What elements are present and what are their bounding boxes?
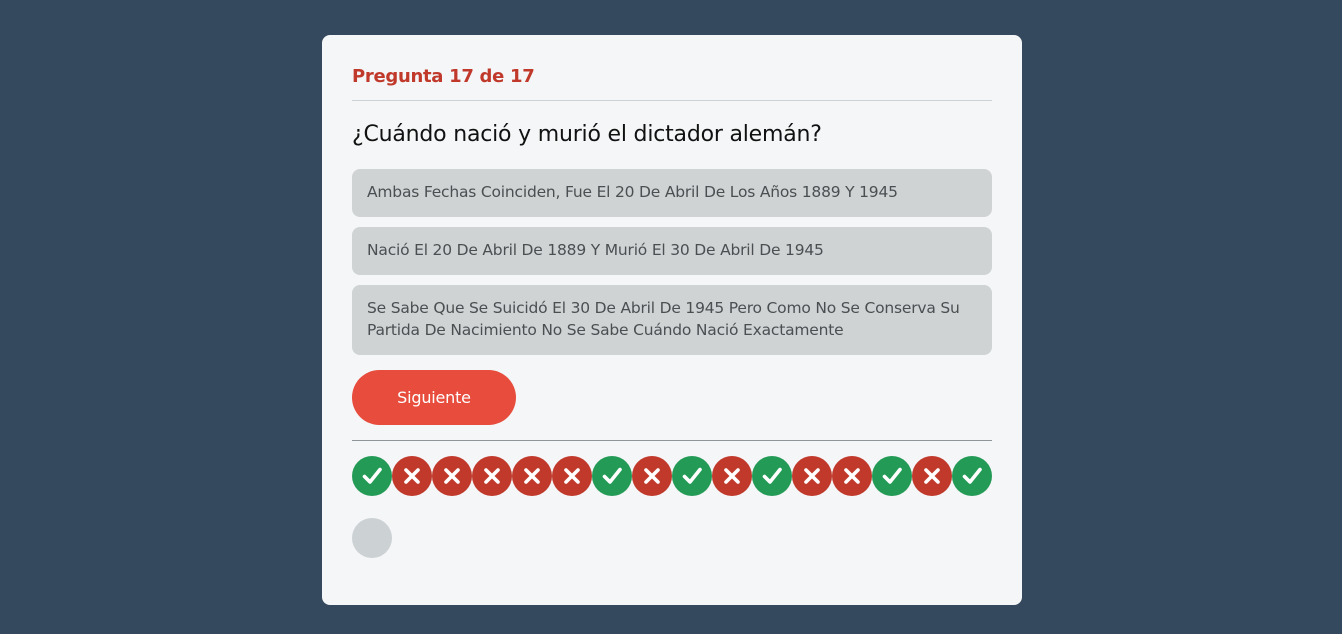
- result-correct: [952, 456, 992, 496]
- divider: [352, 440, 992, 441]
- check-icon: [362, 467, 382, 484]
- cross-icon: [444, 468, 460, 484]
- result-wrong: [712, 456, 752, 496]
- answer-option[interactable]: Ambas Fechas Coinciden, Fue El 20 De Abr…: [352, 169, 992, 217]
- question-counter: Pregunta 17 de 17: [352, 66, 535, 87]
- cross-icon: [524, 468, 540, 484]
- result-correct: [592, 456, 632, 496]
- answer-option[interactable]: Nació El 20 De Abril De 1889 Y Murió El …: [352, 227, 992, 275]
- check-icon: [762, 467, 782, 484]
- result-wrong: [912, 456, 952, 496]
- question-text: ¿Cuándo nació y murió el dictador alemán…: [352, 122, 822, 147]
- result-wrong: [432, 456, 472, 496]
- cross-icon: [484, 468, 500, 484]
- result-correct: [352, 456, 392, 496]
- result-correct: [672, 456, 712, 496]
- result-correct: [872, 456, 912, 496]
- pending-tracker: [352, 518, 992, 558]
- result-wrong: [512, 456, 552, 496]
- result-wrong: [472, 456, 512, 496]
- check-icon: [962, 467, 982, 484]
- divider: [352, 100, 992, 101]
- result-wrong: [392, 456, 432, 496]
- cross-icon: [404, 468, 420, 484]
- result-correct: [752, 456, 792, 496]
- check-icon: [882, 467, 902, 484]
- next-button[interactable]: Siguiente: [352, 370, 516, 425]
- answer-options: Ambas Fechas Coinciden, Fue El 20 De Abr…: [352, 169, 992, 355]
- cross-icon: [564, 468, 580, 484]
- answer-option[interactable]: Se Sabe Que Se Suicidó El 30 De Abril De…: [352, 285, 992, 355]
- quiz-card: Pregunta 17 de 17 ¿Cuándo nació y murió …: [322, 35, 1022, 605]
- cross-icon: [844, 468, 860, 484]
- cross-icon: [924, 468, 940, 484]
- cross-icon: [804, 468, 820, 484]
- results-tracker: [352, 456, 992, 496]
- cross-icon: [724, 468, 740, 484]
- result-wrong: [832, 456, 872, 496]
- result-pending: [352, 518, 392, 558]
- cross-icon: [644, 468, 660, 484]
- result-wrong: [792, 456, 832, 496]
- result-wrong: [552, 456, 592, 496]
- result-wrong: [632, 456, 672, 496]
- check-icon: [682, 467, 702, 484]
- check-icon: [602, 467, 622, 484]
